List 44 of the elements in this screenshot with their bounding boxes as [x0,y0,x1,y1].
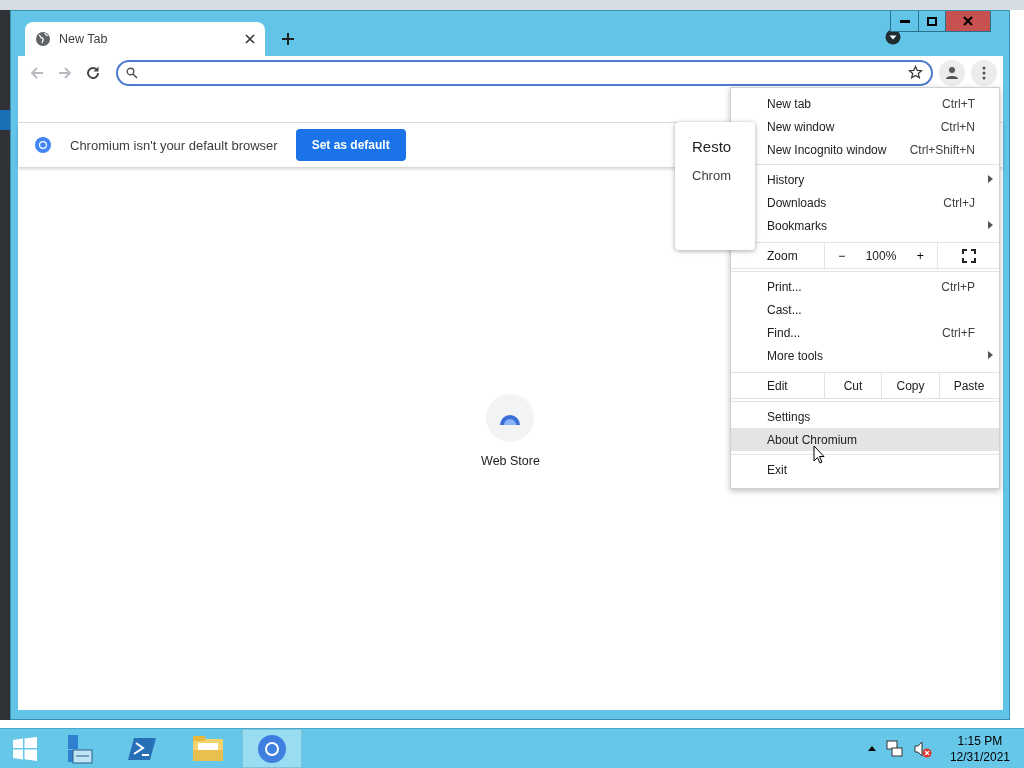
menu-label: Zoom [766,247,799,265]
browser-tab[interactable]: New Tab [25,22,265,56]
menu-item[interactable]: Cast... [731,298,999,321]
submenu-arrow-icon [988,175,993,183]
profile-button[interactable] [939,59,965,86]
globe-icon[interactable] [35,31,51,47]
menu-item[interactable]: More tools [731,344,999,367]
maximize-icon[interactable] [927,16,937,26]
minimize-icon[interactable] [899,19,910,23]
menu-item[interactable]: New tab Ctrl+T [731,92,999,115]
zoom-level: 100% [865,248,897,263]
submenu-arrow-icon [988,221,993,229]
clock-time: 1:15 PM [957,733,1003,748]
network-icon[interactable] [885,739,904,758]
submenu-arrow-icon [988,351,993,359]
speaker-muted-icon[interactable] [913,739,932,758]
taskbar-app[interactable] [242,729,302,768]
menu-item[interactable]: Exit [731,458,999,481]
close-button[interactable] [945,11,990,31]
menu-icon[interactable] [982,65,986,80]
menu-item[interactable]: Find... Ctrl+F [731,321,999,344]
address-bar[interactable] [116,59,933,86]
fullscreen-icon[interactable] [961,248,976,263]
menu-item[interactable]: Settings [731,405,999,428]
popup-title: Resto [692,138,732,155]
clock-date: 12/31/2021 [949,749,1010,764]
mouse-pointer-icon [813,445,825,464]
set-default-button[interactable]: Set as default [295,129,406,161]
star-icon[interactable] [908,65,923,80]
tab-search-icon[interactable] [885,29,901,45]
default-browser-message: Chromium isn't your default browser [70,137,278,153]
fullscreen-button[interactable] [937,243,999,268]
menu-item[interactable]: Print... Ctrl+P [731,275,999,298]
menu-item[interactable]: About Chromium [731,428,999,451]
search-icon [126,66,138,79]
chromium-logo-icon[interactable] [256,732,288,765]
person-icon[interactable] [945,65,959,80]
menu-label: Edit [766,377,789,395]
close-icon[interactable] [245,34,255,44]
chromium-logo-icon [34,136,52,154]
popup-text: Chrom [692,168,731,183]
zoom-out-button[interactable]: − [832,248,852,263]
zoom-in-button[interactable]: + [910,248,930,263]
show-hidden-icons-icon[interactable] [867,746,876,751]
